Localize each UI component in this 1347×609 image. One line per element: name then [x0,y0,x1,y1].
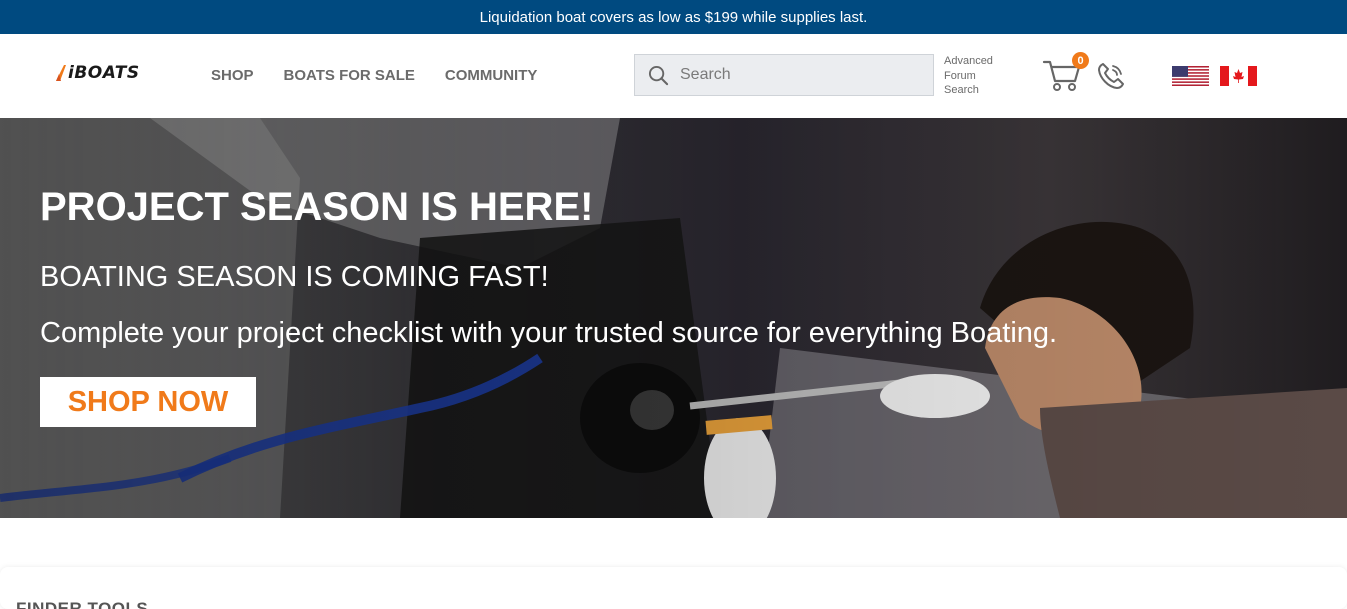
finder-tools-panel: FINDER TOOLS [0,567,1347,609]
cart-button[interactable]: 0 [1042,52,1089,94]
nav-boats-for-sale[interactable]: BOATS FOR SALE [284,67,415,84]
search-icon[interactable] [648,65,669,86]
hero-banner: PROJECT SEASON IS HERE! BOATING SEASON I… [0,118,1347,518]
hero-title: PROJECT SEASON IS HERE! [40,185,594,229]
cart-count-badge: 0 [1072,52,1089,69]
advanced-search-line-3: Search [944,84,979,96]
logo-text: iBOATS [68,63,140,83]
main-nav: SHOP BOATS FOR SALE COMMUNITY [211,67,567,84]
advanced-search-line-2: Forum [944,69,976,82]
nav-shop[interactable]: SHOP [211,67,254,84]
finder-tools-title: FINDER TOOLS [16,599,149,609]
canada-flag-icon[interactable] [1220,66,1257,86]
hero-subtitle: BOATING SEASON IS COMING FAST! [40,261,549,293]
search-box [634,54,934,96]
site-header: iBOATS SHOP BOATS FOR SALE COMMUNITY Adv… [0,34,1347,118]
advanced-search-line-1: Advanced [944,55,993,67]
iboats-logo[interactable]: iBOATS [55,63,140,83]
promo-banner: Liquidation boat covers as low as $199 w… [0,0,1347,34]
promo-text: Liquidation boat covers as low as $199 w… [479,8,868,26]
search-input[interactable] [680,66,920,84]
us-flag-icon[interactable] [1172,66,1209,86]
advanced-forum-search-link[interactable]: Advanced Forum Search [944,54,993,98]
shop-now-button[interactable]: SHOP NOW [40,377,256,427]
phone-icon[interactable] [1095,60,1127,92]
hero-description: Complete your project checklist with you… [40,317,1058,349]
logo-flag-icon [56,65,66,81]
nav-community[interactable]: COMMUNITY [445,67,538,84]
